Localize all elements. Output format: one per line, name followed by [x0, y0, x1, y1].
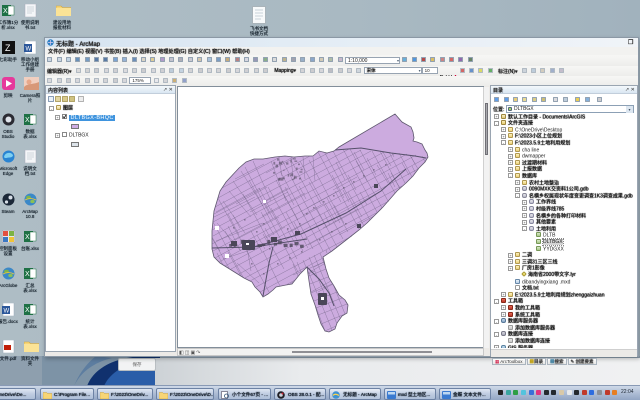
svg-text:W: W	[4, 309, 10, 315]
svg-text:X: X	[25, 271, 30, 278]
svg-text:Z: Z	[5, 43, 11, 53]
svg-text:W: W	[26, 47, 32, 53]
svg-text:X: X	[3, 8, 8, 15]
svg-text:X: X	[25, 307, 30, 314]
svg-text:X: X	[25, 234, 30, 241]
svg-text:X: X	[25, 117, 30, 124]
